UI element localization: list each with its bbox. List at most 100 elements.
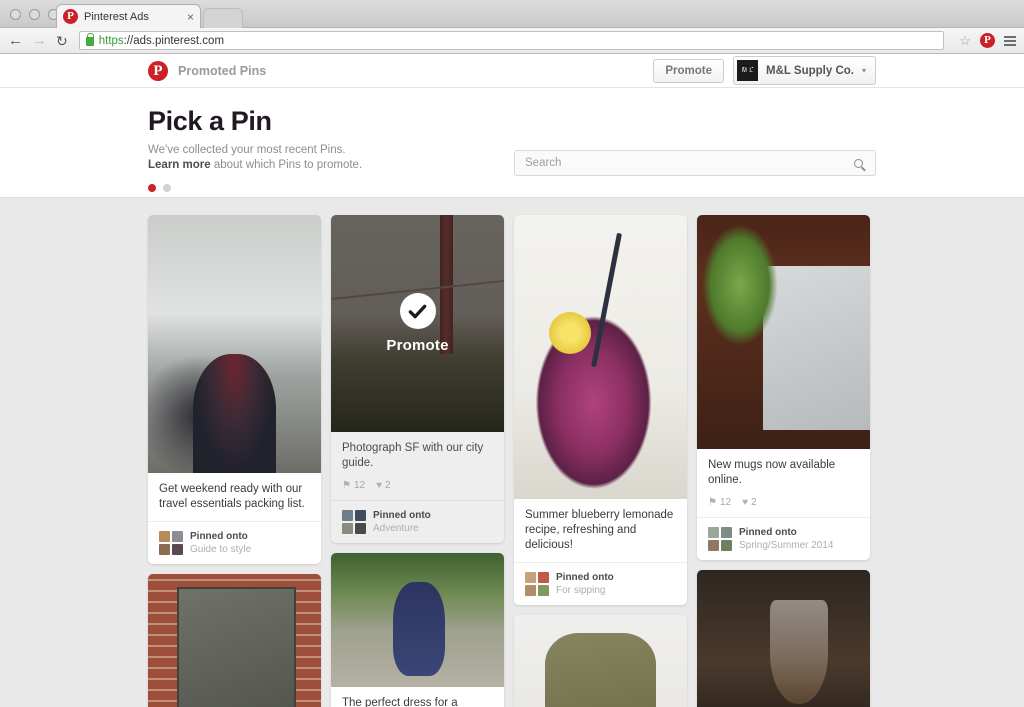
- checkmark-icon: [399, 293, 436, 329]
- board-thumbnail-grid: [159, 531, 183, 555]
- pin-board[interactable]: Pinned onto Guide to style: [148, 521, 321, 564]
- heart-icon: ♥: [742, 497, 749, 508]
- tab-title: Pinterest Ads: [84, 10, 149, 23]
- pinterest-extension-icon[interactable]: P: [980, 33, 995, 48]
- reload-icon[interactable]: ↻: [56, 34, 68, 48]
- pin-board[interactable]: Pinned onto For sipping: [514, 562, 687, 605]
- pin-board[interactable]: Pinned onto Adventure: [331, 500, 504, 543]
- pushpin-icon: ⚑: [342, 480, 351, 491]
- pin-image-blueberry-lemonade[interactable]: [514, 215, 687, 499]
- url-bar[interactable]: https://ads.pinterest.com: [78, 31, 945, 50]
- window-controls: [10, 9, 59, 20]
- pagination-dot-1[interactable]: [148, 184, 156, 192]
- pin-stats: ⚑ 12 ♥ 2: [697, 497, 870, 517]
- chrome-menu-icon[interactable]: [1004, 35, 1016, 46]
- account-selector[interactable]: ML M&L Supply Co. ▾: [733, 56, 876, 85]
- pinterest-favicon-icon: P: [63, 9, 78, 24]
- board-thumbnail-grid: [708, 527, 732, 551]
- search-placeholder: Search: [525, 157, 562, 169]
- chrome-icons: ☆ P: [955, 33, 1016, 49]
- hero-section: Pick a Pin We've collected your most rec…: [0, 88, 1024, 198]
- pin-caption: New mugs now available online.: [708, 459, 836, 486]
- pin-board[interactable]: Pinned onto Spring/Summer 2014: [697, 517, 870, 560]
- board-text: Pinned onto Adventure: [373, 509, 431, 535]
- board-name: Spring/Summer 2014: [739, 540, 834, 551]
- pin-image-coffee-carafe[interactable]: [697, 570, 870, 707]
- pin-column: Summer blueberry lemonade recipe, refres…: [514, 215, 687, 707]
- pin-caption: The perfect dress for a summer day: [342, 697, 458, 707]
- site-header: P Promoted Pins Promote ML M&L Supply Co…: [0, 54, 1024, 88]
- pin-caption: Get weekend ready with our travel essent…: [159, 483, 305, 510]
- board-name: For sipping: [556, 585, 606, 596]
- url-host: ://ads.pinterest.com: [123, 34, 225, 47]
- like-count: 2: [751, 497, 757, 508]
- pin-photo: [148, 215, 321, 473]
- browser-tab[interactable]: P Pinterest Ads ×: [56, 4, 201, 28]
- pin-card-blueberry-lemonade[interactable]: Summer blueberry lemonade recipe, refres…: [514, 215, 687, 605]
- close-window-button[interactable]: [10, 9, 21, 20]
- url-text: https://ads.pinterest.com: [99, 35, 224, 47]
- repin-stat: ⚑ 12: [708, 497, 731, 508]
- minimize-window-button[interactable]: [29, 9, 40, 20]
- learn-more-link[interactable]: Learn more: [148, 159, 211, 171]
- pin-photo: [331, 553, 504, 687]
- repin-count: 12: [353, 480, 366, 491]
- board-text: Pinned onto For sipping: [556, 571, 614, 597]
- pin-card-brick-mailbox[interactable]: [148, 574, 321, 707]
- back-icon[interactable]: ←: [8, 33, 23, 48]
- close-tab-icon[interactable]: ×: [187, 11, 194, 23]
- board-name: Adventure: [373, 523, 419, 534]
- chevron-down-icon: ▾: [861, 66, 866, 75]
- pushpin-icon: ⚑: [708, 497, 717, 508]
- pin-image-desk-laptop-plant[interactable]: [697, 215, 870, 449]
- pin-card-summer-dress-park[interactable]: The perfect dress for a summer day: [331, 553, 504, 707]
- pin-image-olive-jacket[interactable]: [514, 615, 687, 707]
- pin-image-waterfall-hiker[interactable]: [148, 215, 321, 473]
- repin-count: 12: [719, 497, 732, 508]
- navigation-bar: ← → ↻ https://ads.pinterest.com ☆ P: [0, 28, 1024, 54]
- pin-image-summer-dress-park[interactable]: [331, 553, 504, 687]
- hero-line-2: about which Pins to promote.: [210, 159, 363, 171]
- account-logo-icon: ML: [737, 60, 759, 81]
- brand-name: Promoted Pins: [178, 63, 267, 78]
- pinned-onto-label: Pinned onto: [739, 527, 797, 538]
- board-text: Pinned onto Spring/Summer 2014: [739, 526, 834, 552]
- pin-photo: [514, 215, 687, 499]
- pin-card-desk-laptop-plant[interactable]: New mugs now available online. ⚑ 12 ♥ 2 Pinne…: [697, 215, 870, 560]
- pagination-dot-2[interactable]: [163, 184, 171, 192]
- pin-caption: Summer blueberry lemonade recipe, refres…: [525, 509, 674, 551]
- pinned-onto-label: Pinned onto: [556, 572, 614, 583]
- like-count: 2: [385, 480, 391, 491]
- pagination-dots: [148, 184, 876, 192]
- pin-card-olive-jacket[interactable]: [514, 615, 687, 707]
- brand[interactable]: P Promoted Pins: [148, 60, 267, 81]
- search-input[interactable]: Search: [514, 150, 876, 176]
- pin-caption: Photograph SF with our city guide.: [342, 442, 484, 469]
- pin-card-waterfall-hiker[interactable]: Get weekend ready with our travel essent…: [148, 215, 321, 564]
- pin-image-brick-mailbox[interactable]: [148, 574, 321, 707]
- pin-photo: [697, 570, 870, 707]
- pin-grid: Get weekend ready with our travel essent…: [0, 198, 1024, 707]
- lock-icon: [85, 33, 95, 46]
- pin-photo: [514, 615, 687, 707]
- page-content: P Promoted Pins Promote ML M&L Supply Co…: [0, 54, 1024, 707]
- heart-icon: ♥: [376, 480, 383, 491]
- pin-card-golden-gate-bridge[interactable]: Promote Photograph SF with our city guide…: [331, 215, 504, 543]
- board-thumbnail-grid: [342, 510, 366, 534]
- hero-line-1: We've collected your most recent Pins.: [148, 144, 346, 156]
- new-tab-button[interactable]: [203, 8, 243, 28]
- browser-window: P Pinterest Ads × ← → ↻ https://ads.pint…: [0, 0, 1024, 707]
- pin-photo: [697, 215, 870, 449]
- url-scheme: https: [98, 34, 124, 47]
- promote-overlay[interactable]: Promote: [331, 215, 504, 432]
- like-stat: ♥ 2: [376, 480, 391, 491]
- pin-stats: ⚑ 12 ♥ 2: [331, 480, 504, 500]
- bookmark-star-icon[interactable]: ☆: [959, 33, 971, 49]
- pin-image-golden-gate-bridge[interactable]: Promote: [331, 215, 504, 432]
- search-icon[interactable]: [854, 158, 863, 168]
- pin-card-coffee-carafe[interactable]: [697, 570, 870, 707]
- pin-column: Promote Photograph SF with our city guide…: [331, 215, 504, 707]
- board-text: Pinned onto Guide to style: [190, 530, 251, 556]
- promote-button[interactable]: Promote: [653, 58, 725, 83]
- forward-icon[interactable]: →: [32, 33, 47, 48]
